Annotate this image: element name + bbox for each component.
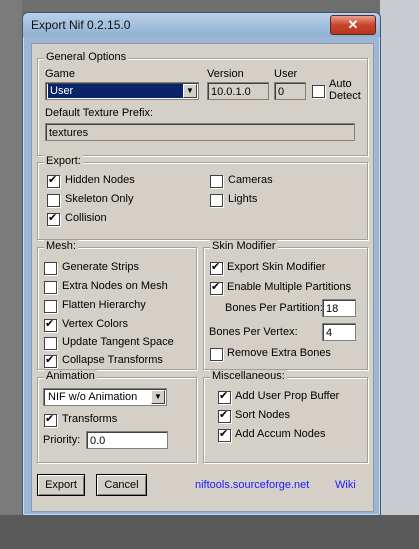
auto-detect-label-line1: Auto [329, 78, 352, 90]
window-title: Export Nif 0.2.15.0 [31, 18, 131, 32]
auto-detect-label-line2: Detect [329, 90, 361, 102]
collision-label: Collision [65, 212, 107, 224]
user-label: User [274, 68, 298, 80]
update-tangent-checkbox[interactable] [44, 337, 57, 350]
user-prop-buffer-label: Add User Prop Buffer [235, 390, 340, 402]
lights-checkbox[interactable] [210, 194, 223, 207]
close-button[interactable]: ✕ [330, 15, 376, 35]
export-legend: Export: [44, 155, 83, 167]
export-button[interactable]: Export [37, 474, 85, 496]
animation-type-value: NIF w/o Animation [48, 391, 138, 403]
wiki-link[interactable]: Wiki [335, 479, 356, 491]
cancel-button[interactable]: Cancel [96, 474, 147, 496]
game-select[interactable]: User ▼ [45, 82, 199, 100]
sort-nodes-label: Sort Nodes [235, 409, 291, 421]
mesh-legend: Mesh: [44, 240, 78, 252]
chevron-down-icon[interactable]: ▼ [151, 390, 165, 404]
game-label: Game [45, 68, 75, 80]
bones-per-vertex-field[interactable]: 4 [322, 323, 356, 341]
cameras-label: Cameras [228, 174, 273, 186]
hidden-nodes-checkbox[interactable] [47, 174, 60, 188]
mesh-group: Mesh: Generate Strips Extra Nodes on Mes… [37, 240, 197, 370]
dialog-client-area: General Options Game User ▼ Version 10.0… [31, 43, 374, 512]
export-skin-checkbox[interactable] [210, 261, 223, 275]
accum-nodes-checkbox[interactable] [218, 428, 231, 442]
lights-label: Lights [228, 193, 258, 205]
update-tangent-label: Update Tangent Space [62, 336, 174, 348]
vertex-colors-checkbox[interactable] [44, 318, 57, 332]
close-icon: ✕ [347, 17, 359, 32]
chevron-down-icon[interactable]: ▼ [183, 84, 197, 98]
priority-label: Priority: [43, 434, 81, 446]
export-skin-label: Export Skin Modifier [227, 261, 326, 273]
auto-detect-label: Auto Detect [329, 78, 361, 102]
version-field[interactable]: 10.0.1.0 [207, 82, 269, 100]
remove-extra-bones-label: Remove Extra Bones [227, 347, 331, 359]
general-options-group: General Options Game User ▼ Version 10.0… [37, 51, 368, 156]
extra-nodes-checkbox[interactable] [44, 281, 57, 294]
sort-nodes-checkbox[interactable] [218, 409, 231, 423]
collapse-transforms-checkbox[interactable] [44, 354, 57, 368]
remove-extra-bones-checkbox[interactable] [210, 348, 223, 361]
generate-strips-checkbox[interactable] [44, 262, 57, 275]
skeleton-only-label: Skeleton Only [65, 193, 134, 205]
miscellaneous-group: Miscellaneous: Add User Prop Buffer Sort… [203, 370, 368, 463]
export-group: Export: Hidden Nodes Skeleton Only Colli… [37, 155, 368, 240]
transforms-checkbox[interactable] [44, 413, 57, 427]
collision-checkbox[interactable] [47, 212, 60, 226]
collapse-transforms-label: Collapse Transforms [62, 354, 163, 366]
export-nif-dialog: Export Nif 0.2.15.0 ✕ General Options Ga… [22, 12, 381, 516]
multiple-partitions-checkbox[interactable] [210, 281, 223, 295]
title-bar[interactable]: Export Nif 0.2.15.0 ✕ [23, 13, 380, 37]
multiple-partitions-label: Enable Multiple Partitions [227, 281, 352, 293]
animation-type-select[interactable]: NIF w/o Animation ▼ [43, 388, 167, 406]
viewport-right [380, 0, 419, 549]
texture-prefix-label: Default Texture Prefix: [45, 107, 154, 119]
accum-nodes-label: Add Accum Nodes [235, 428, 326, 440]
skin-modifier-group: Skin Modifier Export Skin Modifier Enabl… [203, 240, 368, 370]
niftools-site-link[interactable]: niftools.sourceforge.net [195, 479, 309, 491]
animation-legend: Animation [44, 370, 97, 382]
viewport-left [0, 0, 22, 549]
transforms-label: Transforms [62, 413, 118, 425]
bones-per-partition-label: Bones Per Partition: [225, 302, 323, 314]
cameras-checkbox[interactable] [210, 175, 223, 188]
bones-per-partition-field[interactable]: 18 [322, 299, 356, 317]
generate-strips-label: Generate Strips [62, 261, 140, 273]
animation-group: Animation NIF w/o Animation ▼ Transforms… [37, 370, 197, 463]
general-options-legend: General Options [44, 51, 129, 63]
vertex-colors-label: Vertex Colors [62, 318, 129, 330]
game-selected-value: User [48, 84, 184, 98]
miscellaneous-legend: Miscellaneous: [210, 370, 287, 382]
viewport-bottom [0, 515, 419, 549]
user-prop-buffer-checkbox[interactable] [218, 390, 231, 404]
user-field[interactable]: 0 [274, 82, 306, 100]
skeleton-only-checkbox[interactable] [47, 194, 60, 207]
auto-detect-checkbox[interactable] [312, 85, 325, 98]
extra-nodes-label: Extra Nodes on Mesh [62, 280, 168, 292]
skin-modifier-legend: Skin Modifier [210, 240, 278, 252]
flatten-hierarchy-checkbox[interactable] [44, 300, 57, 313]
version-label: Version [207, 68, 244, 80]
priority-field[interactable]: 0.0 [86, 431, 168, 449]
texture-prefix-field[interactable]: textures [45, 123, 355, 141]
flatten-hierarchy-label: Flatten Hierarchy [62, 299, 146, 311]
bones-per-vertex-label: Bones Per Vertex: [209, 326, 298, 338]
hidden-nodes-label: Hidden Nodes [65, 174, 135, 186]
